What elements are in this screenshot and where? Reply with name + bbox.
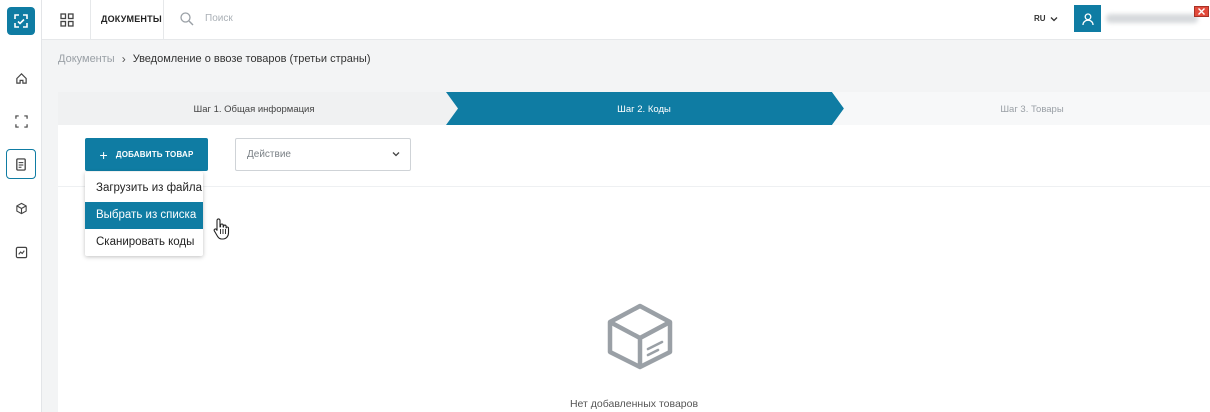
step-2-label: Шаг 2. Коды: [617, 104, 671, 115]
search-icon[interactable]: [179, 11, 195, 27]
language-label: RU: [1034, 14, 1046, 23]
apps-grid-icon[interactable]: [58, 11, 76, 29]
close-icon: [1198, 8, 1205, 15]
menu-item-scan-codes[interactable]: Сканировать коды: [85, 229, 203, 256]
avatar[interactable]: [1074, 5, 1101, 32]
nav-documents[interactable]: [6, 149, 36, 179]
box-icon: [15, 202, 27, 214]
user-name-blurred[interactable]: [1106, 14, 1198, 23]
stepper: Шаг 1. Общая информация Шаг 2. Коды Шаг …: [58, 92, 1210, 125]
nav-reports[interactable]: [6, 237, 36, 267]
menu-item-upload-file[interactable]: Загрузить из файла: [85, 175, 203, 202]
menu-item-select-from-list[interactable]: Выбрать из списка: [85, 202, 203, 229]
search-input[interactable]: Поиск: [205, 0, 233, 38]
section-label[interactable]: ДОКУМЕНТЫ: [101, 0, 162, 38]
left-rail: [0, 0, 42, 412]
top-bar: ДОКУМЕНТЫ Поиск RU: [42, 0, 1210, 40]
add-product-button[interactable]: + ДОБАВИТЬ ТОВАР: [85, 138, 208, 171]
chevron-right-icon: ›: [121, 52, 126, 66]
chevron-down-icon: [1050, 17, 1058, 22]
home-icon: [15, 72, 27, 84]
topbar-divider: [90, 0, 91, 40]
nav-home[interactable]: [6, 63, 36, 93]
topbar-divider: [163, 0, 164, 40]
breadcrumb-current: Уведомление о ввозе товаров (третьи стра…: [132, 53, 371, 65]
language-selector[interactable]: RU: [1034, 0, 1058, 38]
document-icon: [16, 157, 26, 171]
plus-icon: +: [99, 146, 108, 163]
breadcrumb: Документы › Уведомление о ввозе товаров …: [58, 52, 371, 66]
chevron-down-icon: [392, 152, 400, 157]
action-select-label: Действие: [247, 149, 291, 160]
chart-icon: [15, 246, 27, 258]
logo-icon: [14, 14, 28, 28]
step-1-label: Шаг 1. Общая информация: [193, 104, 314, 115]
empty-box-icon: [607, 303, 673, 370]
nav-products[interactable]: [6, 193, 36, 223]
toolbar-divider: [58, 186, 1210, 187]
action-select[interactable]: Действие: [235, 138, 411, 171]
close-button[interactable]: [1194, 6, 1209, 17]
nav-scan[interactable]: [6, 106, 36, 136]
breadcrumb-root[interactable]: Документы: [58, 53, 115, 65]
empty-state-text: Нет добавленных товаров: [569, 398, 699, 410]
add-product-menu: Загрузить из файла Выбрать из списка Ска…: [85, 172, 203, 256]
user-icon: [1081, 12, 1094, 25]
scan-frame-icon: [14, 114, 28, 128]
hand-cursor-icon: [213, 218, 230, 240]
step-3-label: Шаг 3. Товары: [1000, 104, 1064, 115]
add-product-label: ДОБАВИТЬ ТОВАР: [115, 150, 194, 159]
main-panel: Шаг 1. Общая информация Шаг 2. Коды Шаг …: [58, 92, 1210, 412]
app-logo[interactable]: [7, 7, 35, 35]
